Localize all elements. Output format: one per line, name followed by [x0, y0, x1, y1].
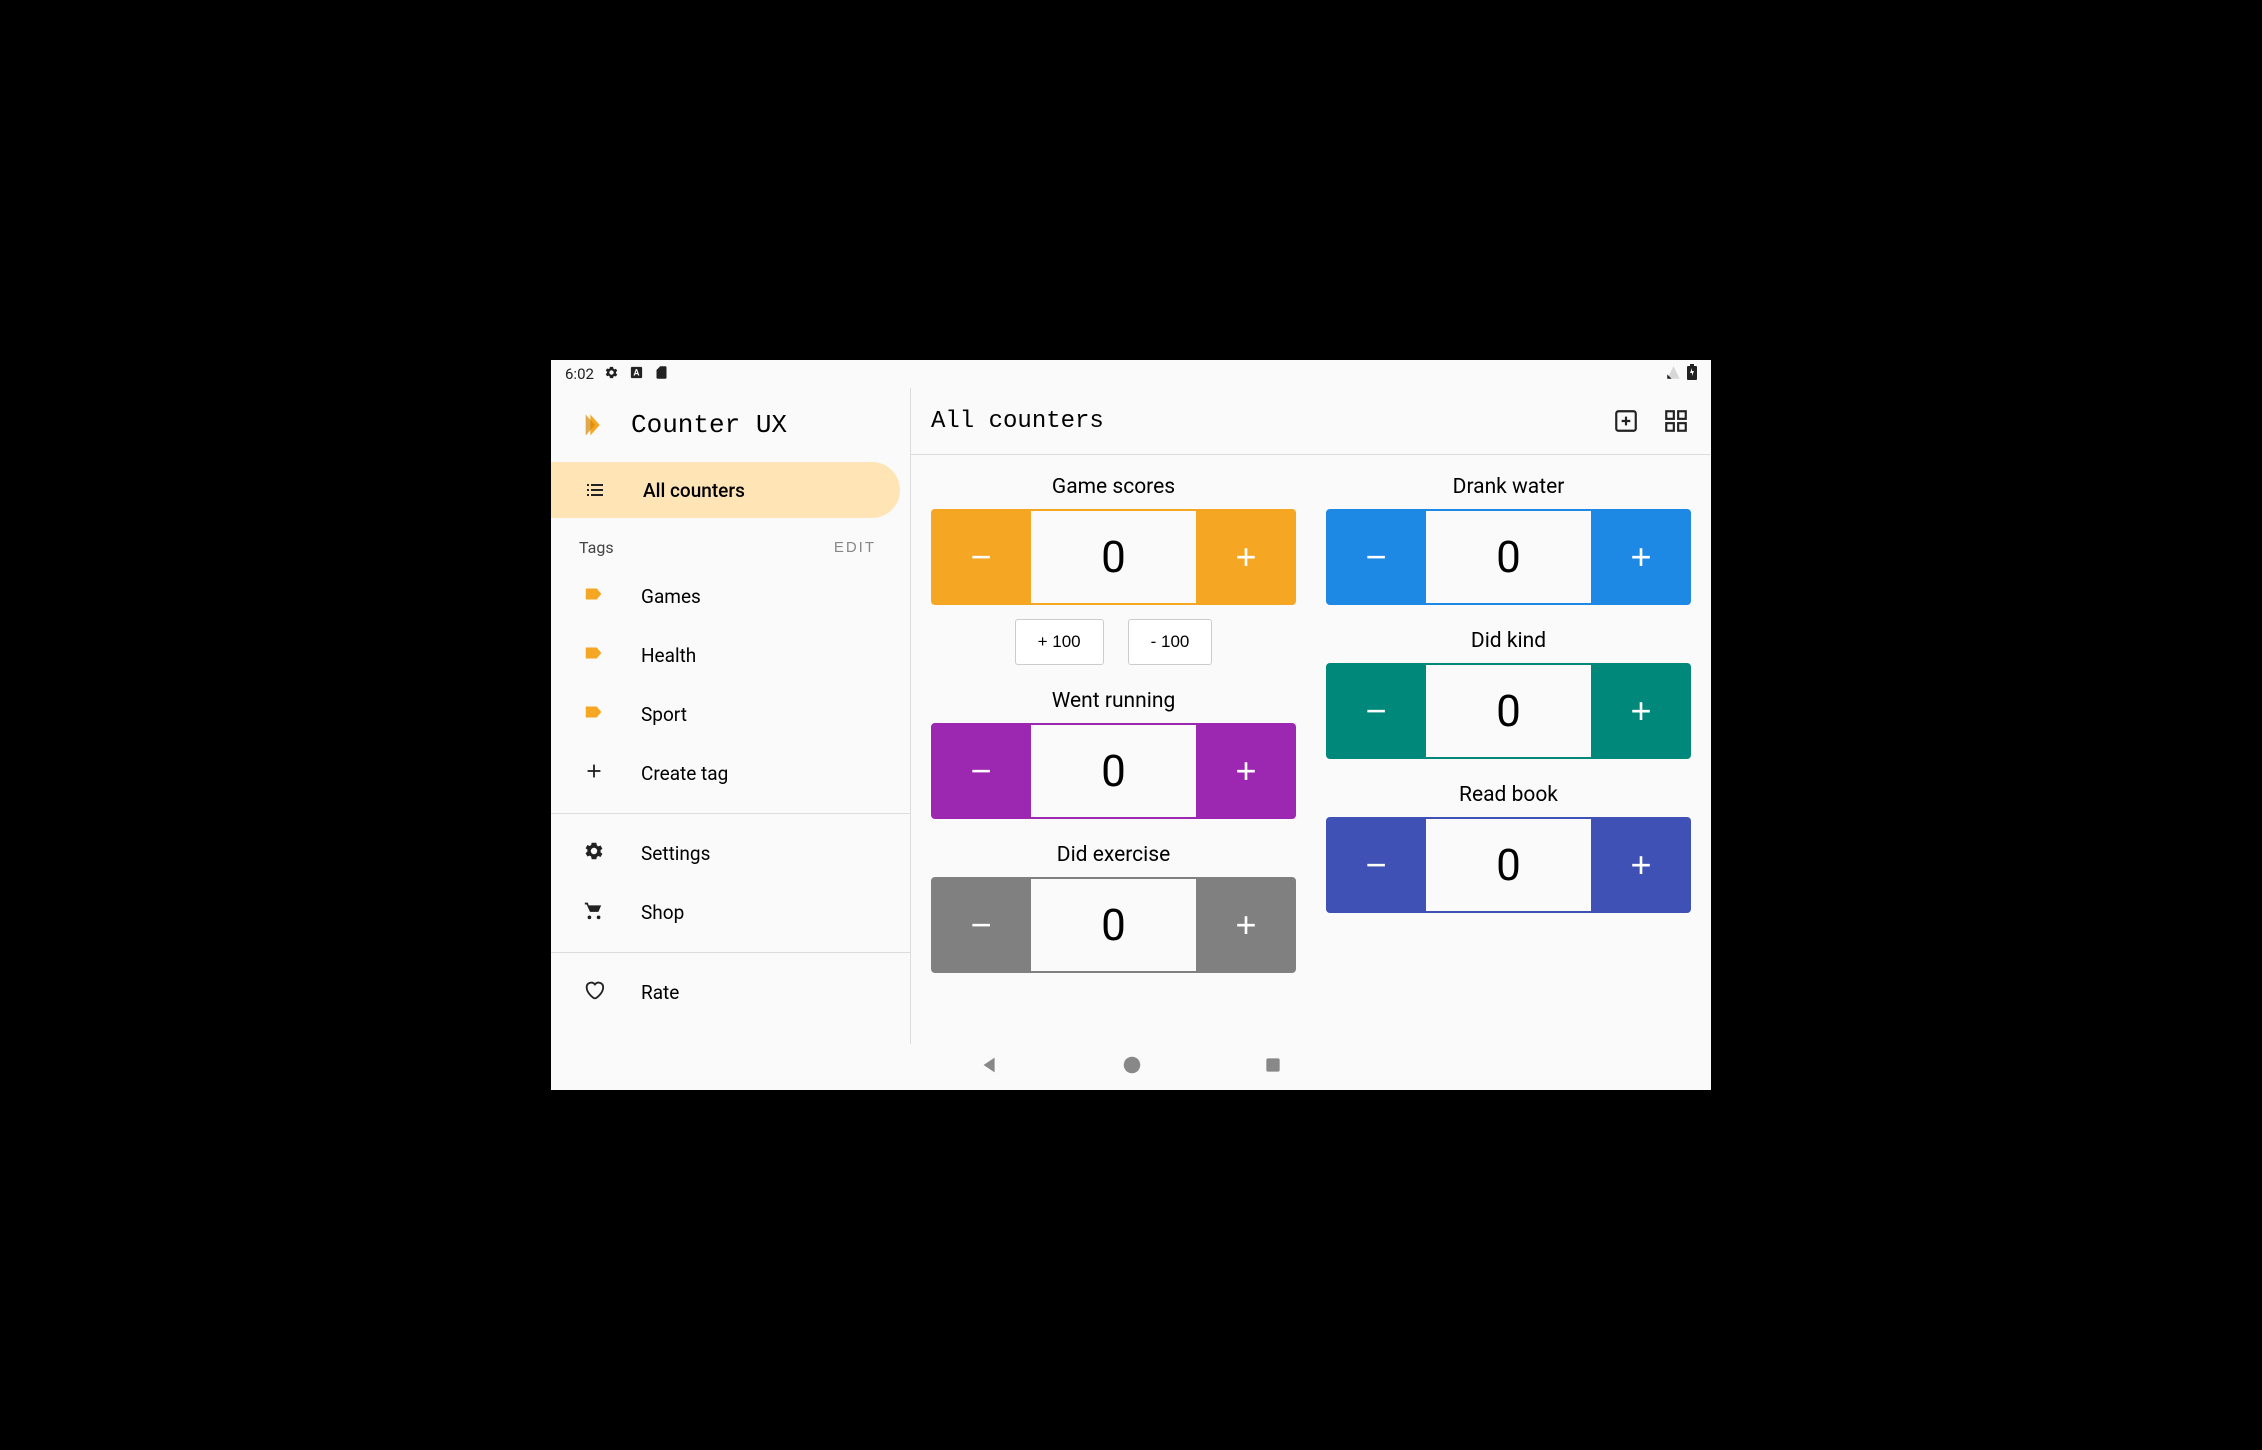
sidebar-item-all-counters[interactable]: All counters	[551, 462, 900, 518]
nav-bar	[551, 1044, 1711, 1090]
counter-value[interactable]: 0	[1426, 817, 1591, 913]
main-header: All counters	[911, 388, 1711, 455]
counter-row: −0+	[931, 723, 1296, 819]
counter-row: −0+	[1326, 817, 1691, 913]
counter-row: −0+	[1326, 663, 1691, 759]
counter-column-right: Drank water−0+Did kind−0+Read book−0+	[1326, 469, 1691, 973]
sd-card-icon	[654, 365, 669, 384]
main: All counters Game scores−0++ 100- 100Wen…	[911, 388, 1711, 1044]
counter-title[interactable]: Did kind	[1471, 623, 1546, 663]
counter-card: Did exercise−0+	[931, 837, 1296, 973]
sidebar-shop[interactable]: Shop	[551, 883, 910, 942]
edit-tags-button[interactable]: EDIT	[834, 539, 876, 556]
counter-title[interactable]: Game scores	[1052, 469, 1175, 509]
sidebar: Counter UX All counters Tags EDIT	[551, 388, 911, 1044]
sidebar-item-label: Rate	[641, 981, 679, 1004]
tag-icon	[583, 701, 605, 728]
counter-title[interactable]: Drank water	[1453, 469, 1565, 509]
counter-value[interactable]: 0	[1426, 663, 1591, 759]
counter-card: Went running−0+	[931, 683, 1296, 819]
counter-card: Read book−0+	[1326, 777, 1691, 913]
cart-icon	[583, 899, 605, 926]
gear-icon	[583, 840, 605, 867]
counter-card: Game scores−0+ + 100 - 100	[931, 469, 1296, 665]
quick-step-button[interactable]: + 100	[1015, 619, 1104, 665]
sidebar-item-label: Games	[641, 585, 701, 608]
sidebar-item-label: All counters	[643, 479, 745, 502]
counter-title[interactable]: Did exercise	[1057, 837, 1170, 877]
sidebar-settings[interactable]: Settings	[551, 824, 910, 883]
decrement-button[interactable]: −	[931, 723, 1031, 819]
tag-icon	[583, 583, 605, 610]
page-title: All counters	[931, 408, 1104, 435]
counters-area: Game scores−0++ 100- 100Went running−0+D…	[911, 455, 1711, 1044]
status-time: 6:02	[565, 365, 594, 383]
sidebar-item-label: Sport	[641, 703, 687, 726]
tag-icon	[583, 642, 605, 669]
list-icon	[583, 478, 607, 502]
sidebar-create-tag[interactable]: Create tag	[551, 744, 910, 803]
quick-step-button[interactable]: - 100	[1128, 619, 1213, 665]
status-right	[1666, 364, 1697, 384]
status-left: 6:02 A	[565, 365, 669, 384]
increment-button[interactable]: +	[1196, 723, 1296, 819]
decrement-button[interactable]: −	[931, 509, 1031, 605]
svg-text:A: A	[633, 368, 639, 378]
status-bar: 6:02 A	[551, 360, 1711, 388]
increment-button[interactable]: +	[1196, 509, 1296, 605]
app-indicator-icon: A	[629, 365, 644, 384]
add-counter-button[interactable]	[1611, 406, 1641, 436]
decrement-button[interactable]: −	[1326, 509, 1426, 605]
screen: 6:02 A	[551, 360, 1711, 1090]
counter-column-left: Game scores−0++ 100- 100Went running−0+D…	[931, 469, 1296, 973]
counter-row: −0+	[1326, 509, 1691, 605]
increment-button[interactable]: +	[1196, 877, 1296, 973]
tags-label: Tags	[579, 538, 614, 557]
sidebar-tag-sport[interactable]: Sport	[551, 685, 910, 744]
content: Counter UX All counters Tags EDIT	[551, 388, 1711, 1044]
signal-icon	[1666, 365, 1681, 384]
main-actions	[1611, 406, 1691, 436]
counter-row: −0+	[931, 877, 1296, 973]
nav-recent-button[interactable]	[1263, 1055, 1283, 1079]
sidebar-item-label: Create tag	[641, 762, 728, 785]
app-logo-icon	[581, 411, 609, 439]
sidebar-tag-health[interactable]: Health	[551, 626, 910, 685]
nav-home-button[interactable]	[1121, 1054, 1143, 1080]
counter-columns: Game scores−0++ 100- 100Went running−0+D…	[931, 469, 1691, 973]
gear-icon	[604, 365, 619, 384]
divider	[551, 813, 910, 814]
sidebar-item-label: Settings	[641, 842, 710, 865]
counter-value[interactable]: 0	[1031, 509, 1196, 605]
tablet-frame: 6:02 A	[451, 300, 1811, 1150]
sidebar-header: Counter UX	[551, 396, 910, 462]
counter-row: −0+	[931, 509, 1296, 605]
sidebar-rate[interactable]: Rate	[551, 963, 910, 1022]
counter-card: Did kind−0+	[1326, 623, 1691, 759]
increment-button[interactable]: +	[1591, 663, 1691, 759]
plus-icon	[583, 760, 605, 787]
counter-title[interactable]: Read book	[1459, 777, 1558, 817]
increment-button[interactable]: +	[1591, 509, 1691, 605]
battery-icon	[1687, 364, 1697, 384]
sidebar-item-label: Shop	[641, 901, 684, 924]
sidebar-item-label: Health	[641, 644, 696, 667]
tags-header: Tags EDIT	[551, 518, 910, 567]
counter-value[interactable]: 0	[1426, 509, 1591, 605]
decrement-button[interactable]: −	[1326, 817, 1426, 913]
quick-buttons: + 100 - 100	[1015, 619, 1213, 665]
counter-value[interactable]: 0	[1031, 877, 1196, 973]
sidebar-tag-games[interactable]: Games	[551, 567, 910, 626]
decrement-button[interactable]: −	[931, 877, 1031, 973]
app-title: Counter UX	[631, 410, 787, 440]
increment-button[interactable]: +	[1591, 817, 1691, 913]
grid-view-button[interactable]	[1661, 406, 1691, 436]
divider	[551, 952, 910, 953]
nav-back-button[interactable]	[979, 1054, 1001, 1080]
heart-icon	[583, 979, 605, 1006]
counter-card: Drank water−0+	[1326, 469, 1691, 605]
counter-title[interactable]: Went running	[1052, 683, 1176, 723]
decrement-button[interactable]: −	[1326, 663, 1426, 759]
counter-value[interactable]: 0	[1031, 723, 1196, 819]
